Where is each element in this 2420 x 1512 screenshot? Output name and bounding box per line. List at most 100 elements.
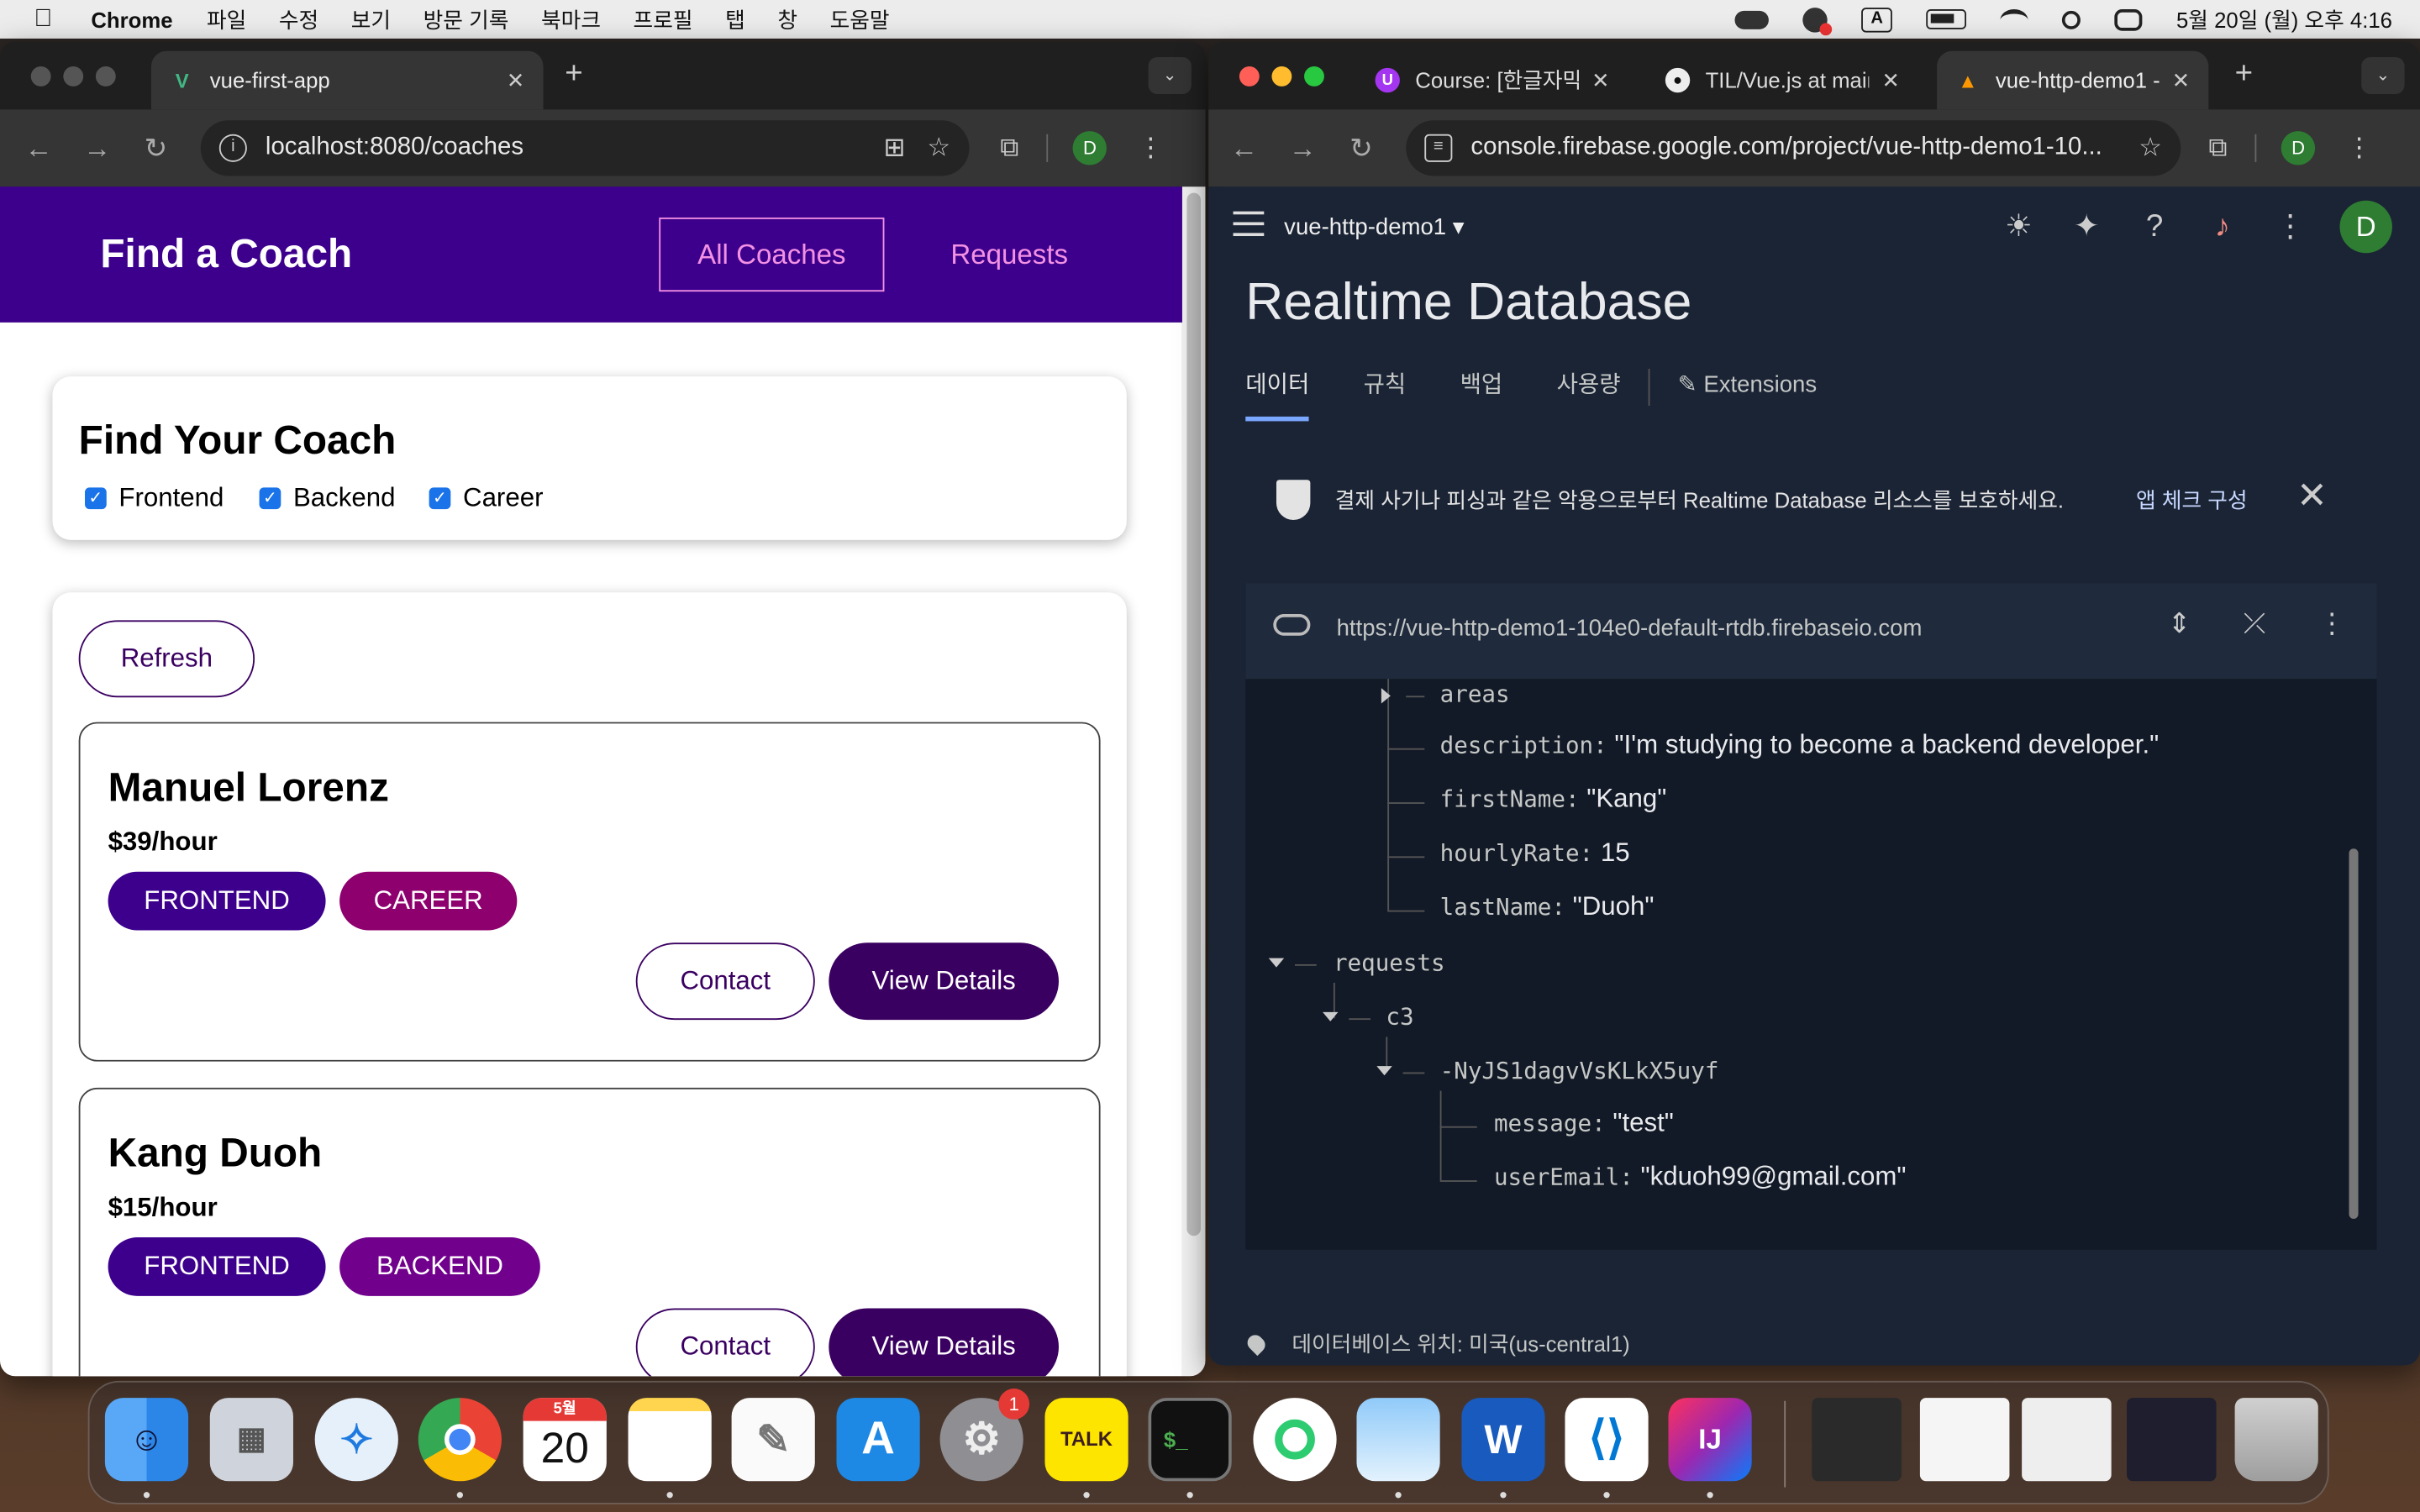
expand-arrow-icon[interactable]: [1381, 688, 1391, 704]
close-window-button[interactable]: [30, 66, 51, 87]
finder-icon[interactable]: ☺: [104, 1398, 189, 1482]
menu-app-name[interactable]: Chrome: [91, 7, 172, 31]
forward-button[interactable]: →: [68, 132, 127, 165]
tab-data[interactable]: 데이터: [1245, 369, 1310, 422]
close-tab-icon[interactable]: ✕: [1591, 67, 1610, 93]
menu-help[interactable]: 도움말: [830, 4, 890, 35]
profile-avatar[interactable]: D: [2281, 131, 2316, 165]
new-tab-button[interactable]: +: [565, 57, 582, 92]
tab-udemy-course[interactable]: U Course: [한글자막] ✕: [1356, 51, 1628, 110]
site-info-icon[interactable]: i: [218, 134, 247, 162]
tab-extensions[interactable]: ✎ Extensions: [1678, 369, 1818, 421]
scrollbar-thumb[interactable]: [1186, 192, 1201, 1236]
tab-github-til[interactable]: ● TIL/Vue.js at main ✕: [1647, 51, 1918, 110]
account-avatar[interactable]: D: [2339, 200, 2392, 254]
close-tab-icon[interactable]: ✕: [507, 67, 525, 93]
app-store-icon[interactable]: A: [836, 1398, 920, 1482]
notifications-bell-icon[interactable]: ♪: [2204, 208, 2241, 245]
close-tab-icon[interactable]: ✕: [2172, 67, 2191, 93]
system-settings-icon[interactable]: ⚙ 1: [939, 1389, 1030, 1482]
menu-edit[interactable]: 수정: [279, 4, 318, 35]
checkbox-checked-icon[interactable]: ✓: [429, 487, 451, 510]
tab-vue-first-app[interactable]: V vue-first-app ✕: [151, 50, 544, 110]
tree-node-c3[interactable]: c3: [1386, 1001, 1413, 1032]
view-details-button[interactable]: View Details: [829, 1308, 1060, 1377]
trash-icon[interactable]: [2234, 1398, 2318, 1482]
textedit-icon[interactable]: ✎: [731, 1398, 815, 1482]
tab-backups[interactable]: 백업: [1460, 369, 1503, 421]
tab-rules[interactable]: 규칙: [1364, 369, 1407, 421]
battery-icon[interactable]: [1926, 9, 1967, 29]
preview-icon[interactable]: [1356, 1398, 1440, 1482]
tree-node-message[interactable]: message: "test": [1494, 1108, 1674, 1139]
tree-node-requests[interactable]: requests: [1334, 948, 1445, 979]
tab-search-button[interactable]: ⌄: [1148, 56, 1192, 95]
close-window-button[interactable]: [1239, 66, 1260, 87]
microsoft-word-icon[interactable]: W: [1461, 1398, 1545, 1482]
collapse-all-icon[interactable]: ⤫: [2244, 608, 2265, 641]
address-bar[interactable]: ≡ console.firebase.google.com/project/vu…: [1406, 120, 2181, 176]
project-selector[interactable]: vue-http-demo1 ▾: [1284, 213, 1464, 240]
collapse-arrow-icon[interactable]: [1376, 1066, 1392, 1076]
page-scrollbar[interactable]: [1181, 186, 1206, 1377]
tab-firebase-console[interactable]: ▲ vue-http-demo1 - ✕: [1937, 50, 2209, 110]
back-button[interactable]: ←: [9, 132, 68, 165]
minimize-window-button[interactable]: [63, 66, 84, 87]
menu-tab[interactable]: 탭: [725, 4, 745, 35]
extensions-icon[interactable]: ⧉: [1000, 133, 1018, 164]
tab-search-button[interactable]: ⌄: [2361, 56, 2405, 95]
vscode-icon[interactable]: ⟨⟩: [1565, 1398, 1649, 1482]
more-vert-icon[interactable]: ⋮: [2272, 208, 2309, 245]
database-url[interactable]: https://vue-http-demo1-104e0-default-rtd…: [1337, 616, 1923, 642]
view-details-button[interactable]: View Details: [829, 942, 1060, 1021]
kakaotalk-icon[interactable]: TALK: [1044, 1398, 1128, 1482]
collapse-arrow-icon[interactable]: [1268, 958, 1285, 968]
close-banner-icon[interactable]: ✕: [2296, 474, 2328, 518]
bookmark-star-icon[interactable]: ☆: [927, 133, 950, 164]
menu-history[interactable]: 방문 기록: [424, 4, 509, 35]
more-vert-icon[interactable]: ⋮: [2318, 608, 2346, 641]
expand-all-icon[interactable]: ⇕: [2168, 608, 2191, 641]
forward-button[interactable]: →: [1273, 132, 1332, 165]
back-button[interactable]: ←: [1215, 132, 1274, 165]
tree-node-push-id[interactable]: -NyJS1dagvVsKLkX5uyf: [1440, 1055, 1719, 1086]
minimize-window-button[interactable]: [1271, 66, 1292, 87]
cursor-app-icon[interactable]: [1253, 1398, 1337, 1482]
refresh-button[interactable]: Refresh: [78, 620, 255, 698]
zoom-window-button[interactable]: [95, 66, 116, 87]
terminal-icon[interactable]: $_: [1148, 1398, 1232, 1482]
site-settings-icon[interactable]: ≡: [1424, 134, 1453, 162]
intellij-icon[interactable]: IJ: [1668, 1398, 1752, 1482]
nav-requests[interactable]: Requests: [920, 218, 1099, 291]
tree-node-areas[interactable]: areas: [1440, 679, 1510, 710]
collapse-arrow-icon[interactable]: [1323, 1011, 1339, 1021]
cloud-icon[interactable]: [1734, 9, 1770, 29]
minimized-window-thumbnail[interactable]: [1812, 1398, 1902, 1482]
help-icon[interactable]: ?: [2136, 208, 2173, 245]
launchpad-icon[interactable]: ▦: [209, 1398, 293, 1482]
tree-node-useremail[interactable]: userEmail: "kduoh99@gmail.com": [1494, 1162, 1907, 1193]
browser-menu-icon[interactable]: ⋮: [2346, 133, 2372, 164]
profile-avatar[interactable]: D: [1072, 131, 1107, 165]
menu-window[interactable]: 창: [777, 4, 797, 35]
tree-scrollbar[interactable]: [2349, 848, 2359, 1220]
safari-icon[interactable]: ✧: [314, 1398, 398, 1482]
menu-view[interactable]: 보기: [351, 4, 391, 35]
app-brand[interactable]: Find a Coach: [100, 230, 352, 278]
menu-clock[interactable]: 5월 20일 (월) 오후 4:16: [2176, 4, 2392, 35]
control-center-icon[interactable]: [2114, 8, 2143, 30]
translate-icon[interactable]: ⊞: [884, 133, 906, 164]
gemini-sparkle-icon[interactable]: ✦: [2068, 208, 2105, 245]
tree-node-description[interactable]: description: "I'm studying to become a b…: [1440, 730, 2160, 761]
reload-button[interactable]: ↻: [1332, 132, 1391, 165]
filter-career[interactable]: ✓ Career: [429, 483, 543, 514]
input-source-icon[interactable]: A: [1861, 7, 1893, 32]
extensions-icon[interactable]: ⧉: [2208, 133, 2227, 164]
theme-toggle-icon[interactable]: ☀: [2000, 208, 2037, 245]
minimized-window-thumbnail[interactable]: [2127, 1398, 2217, 1482]
apple-menu-icon[interactable]: : [34, 5, 65, 33]
browser-menu-icon[interactable]: ⋮: [1138, 133, 1164, 164]
calendar-icon[interactable]: 5월 20: [523, 1398, 607, 1482]
minimized-window-thumbnail[interactable]: [2022, 1398, 2112, 1482]
address-bar[interactable]: i localhost:8080/coaches ⊞ ☆: [200, 120, 970, 176]
